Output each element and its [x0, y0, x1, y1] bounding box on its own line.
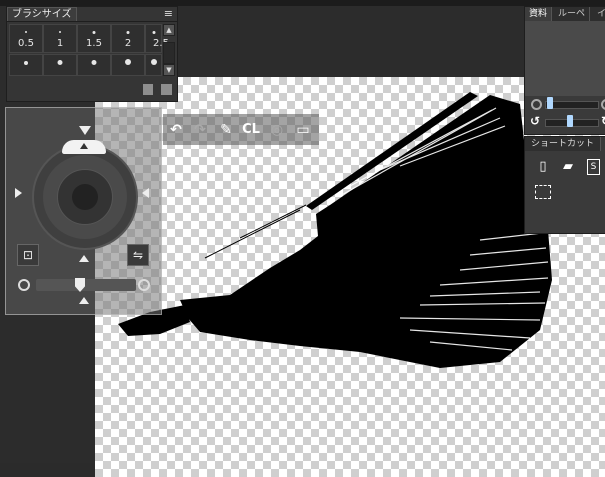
panel-zoom-out-icon[interactable] [531, 99, 542, 110]
panel-zoom-thumb[interactable] [547, 97, 553, 109]
save-icon[interactable]: S [587, 159, 600, 175]
brush-size-tab[interactable]: ブラシサイズ [7, 7, 77, 21]
zoom-slider-track[interactable] [36, 279, 136, 291]
material-preview-area [525, 21, 605, 96]
brush-size-cell-0[interactable]: 0.5 [9, 24, 43, 53]
pan-right-arrow-icon[interactable] [142, 188, 149, 198]
clear-button[interactable]: CL [241, 120, 261, 140]
rotate-left-icon[interactable]: ↺ [528, 114, 542, 128]
flip-icon[interactable]: ⇋ [127, 244, 149, 266]
brush-size-cell-6[interactable] [43, 54, 77, 76]
brush-size-cell-9[interactable] [145, 54, 162, 76]
redo-icon[interactable]: ↷ [190, 120, 210, 140]
brush-dot [57, 60, 63, 65]
brush-dot [125, 59, 131, 65]
material-panel: 資料 ルーペ イ ↺ ↻ [524, 6, 605, 135]
scrollbar-track[interactable] [163, 42, 175, 64]
brush-size-label: 1.5 [86, 38, 102, 49]
shortcut-panel-title[interactable]: ショートカット [525, 137, 602, 151]
brush-dot [150, 59, 157, 65]
zoom-fit-icon[interactable]: ⊡ [17, 244, 39, 266]
brush-dot [25, 31, 27, 33]
rotate-right-icon[interactable]: ↻ [599, 114, 605, 128]
delete-icon[interactable] [161, 84, 172, 95]
brush-size-cell-5[interactable] [9, 54, 43, 76]
brush-dot [59, 31, 61, 33]
material-panel-tabs: 資料 ルーペ イ [525, 7, 605, 21]
canvas-toolbar: ↶ ↷ ✎ CL ◎ ▭ [163, 114, 319, 145]
panel-zoom-in-icon[interactable] [601, 99, 605, 110]
brush-size-cell-4[interactable]: 2.5 [145, 24, 169, 53]
brush-size-label: 1 [56, 38, 64, 49]
tab-other[interactable]: イ [593, 7, 605, 21]
brush-dot [126, 31, 130, 34]
brush-size-cell-8[interactable] [111, 54, 145, 76]
shortcut-panel: ショートカット ▯ ▰ S [524, 136, 605, 234]
brush-size-panel: ブラシサイズ ≡ 0.5 1 1.5 2 2.5 ▲ ▼ [6, 6, 178, 102]
zoom-marker-icon [79, 297, 89, 304]
scroll-up-button[interactable]: ▲ [163, 24, 175, 36]
panel-zoom-slider[interactable] [545, 101, 599, 109]
copy-icon[interactable] [143, 84, 153, 95]
pan-up-arrow-icon[interactable] [79, 126, 91, 135]
zoom-out-icon[interactable] [18, 279, 30, 291]
pan-down-arrow-icon[interactable] [79, 255, 89, 262]
panel-divider [7, 21, 177, 22]
undo-icon[interactable]: ↶ [166, 120, 186, 140]
brush-dot [152, 31, 155, 34]
open-folder-icon[interactable]: ▰ [560, 159, 576, 175]
tab-loupe[interactable]: ルーペ [554, 7, 591, 21]
brush-size-cell-3[interactable]: 2 [111, 24, 145, 53]
brush-size-label: 0.5 [18, 38, 34, 49]
brush-size-label: 2 [124, 38, 132, 49]
window-icon[interactable]: ▭ [293, 120, 313, 140]
zoom-in-icon[interactable] [138, 279, 150, 291]
brush-size-cell-7[interactable] [77, 54, 111, 76]
brush-size-cell-2[interactable]: 1.5 [77, 24, 111, 53]
new-file-icon[interactable]: ▯ [535, 159, 551, 175]
panel-rotate-thumb[interactable] [567, 115, 573, 127]
brush-size-cell-1[interactable]: 1 [43, 24, 77, 53]
brush-dot [91, 60, 97, 65]
selection-icon[interactable] [535, 185, 551, 199]
pan-left-arrow-icon[interactable] [15, 188, 22, 198]
navigator-overlay: ⊡ ⇋ [5, 107, 162, 315]
brush-dot [92, 31, 96, 34]
panel-menu-icon[interactable]: ≡ [164, 7, 173, 20]
brush-dot [24, 61, 28, 65]
rotation-center [72, 184, 98, 210]
target-icon[interactable]: ◎ [267, 120, 287, 140]
scroll-down-button[interactable]: ▼ [163, 64, 175, 76]
tab-reference[interactable]: 資料 [525, 7, 553, 21]
pen-icon[interactable]: ✎ [216, 120, 236, 140]
rotation-handle[interactable] [62, 140, 106, 154]
